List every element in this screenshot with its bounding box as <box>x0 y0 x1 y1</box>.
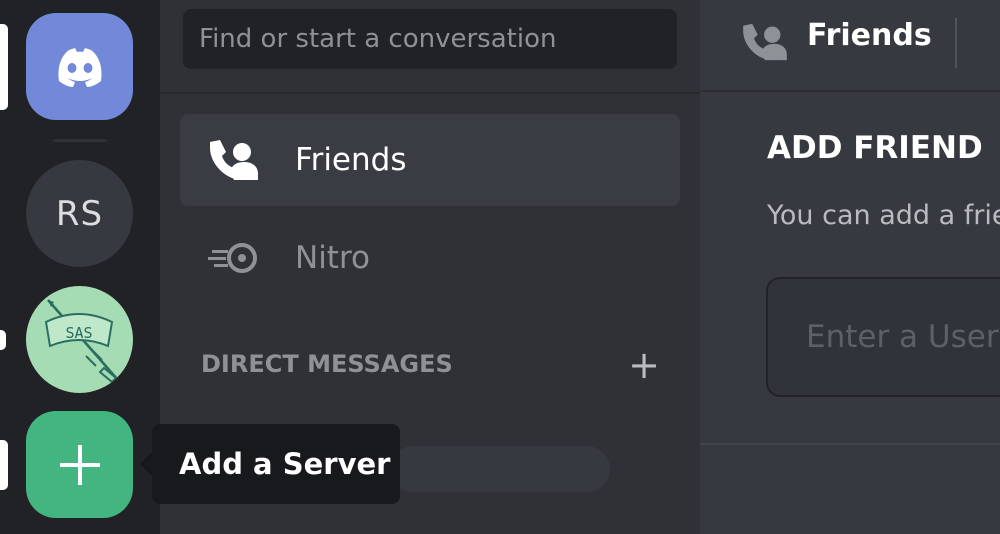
panel-divider <box>160 92 700 94</box>
direct-messages-header: DIRECT MESSAGES <box>201 350 453 378</box>
topbar-title: Friends <box>807 18 932 53</box>
friends-icon <box>743 23 787 61</box>
hover-indicator <box>0 440 8 490</box>
main-divider <box>700 443 1000 445</box>
server-rail: RS SAS <box>0 0 160 534</box>
server-rs-label: RS <box>55 193 104 234</box>
main-topbar: Friends <box>700 0 1000 92</box>
sas-logo-text: SAS <box>65 324 92 342</box>
friends-icon <box>210 140 258 180</box>
server-sas[interactable]: SAS <box>26 286 133 393</box>
topbar-separator <box>955 18 957 68</box>
dm-placeholder-item <box>390 446 610 492</box>
sas-server-logo-icon: SAS <box>44 299 119 384</box>
username-input-placeholder: Enter a User <box>806 319 999 355</box>
nav-nitro-label: Nitro <box>295 240 370 276</box>
username-input[interactable]: Enter a User <box>766 277 1000 397</box>
discord-logo-icon <box>57 47 102 87</box>
tooltip-text: Add a Server <box>179 447 391 481</box>
nav-friends[interactable]: Friends <box>180 114 680 206</box>
add-server-tooltip: Add a Server <box>140 424 400 504</box>
server-rs[interactable]: RS <box>26 160 133 267</box>
server-separator <box>53 139 107 142</box>
add-friend-heading: ADD FRIEND <box>767 130 983 166</box>
nav-nitro[interactable]: Nitro <box>180 212 680 304</box>
create-dm-button[interactable]: + <box>624 345 664 385</box>
home-button[interactable] <box>26 13 133 120</box>
add-server-button[interactable] <box>26 411 133 518</box>
unread-indicator <box>0 330 6 350</box>
add-friend-description: You can add a frie <box>767 200 1000 231</box>
plus-icon <box>59 444 100 485</box>
search-input[interactable]: Find or start a conversation <box>183 9 677 69</box>
nav-friends-label: Friends <box>295 142 407 178</box>
nitro-icon <box>208 243 257 273</box>
selected-server-indicator <box>0 24 8 110</box>
